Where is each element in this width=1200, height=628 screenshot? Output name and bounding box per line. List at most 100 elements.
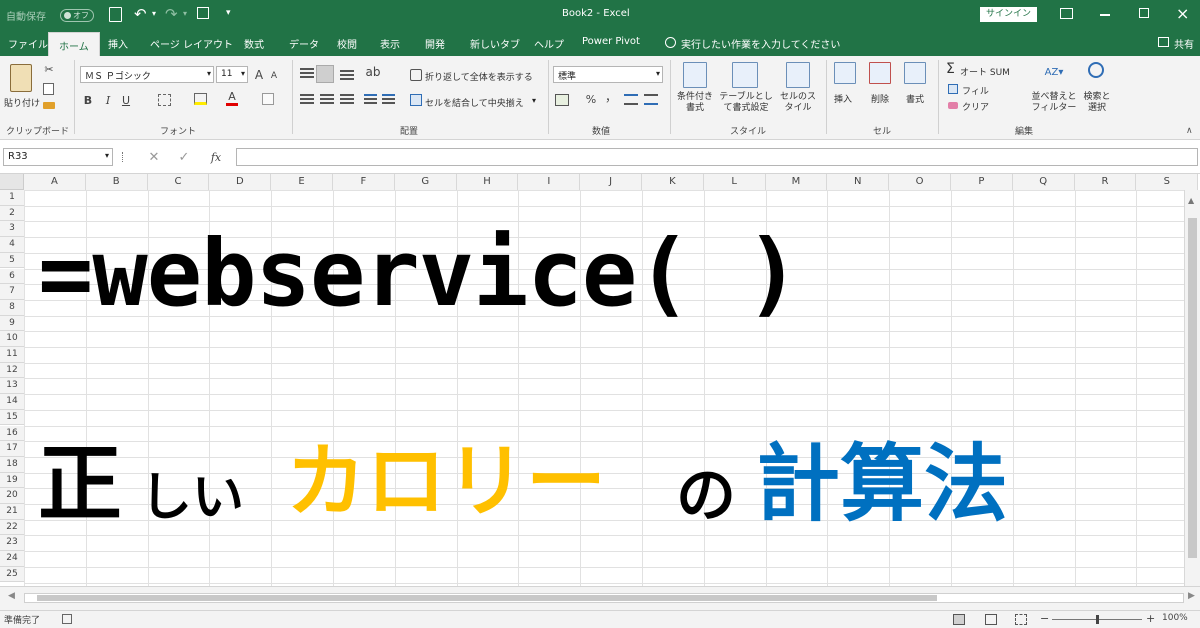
format-cells-icon[interactable] (904, 62, 926, 84)
autosave-toggle[interactable]: オフ (60, 9, 94, 22)
column-header[interactable]: C (147, 174, 210, 190)
merge-center-button[interactable]: セルを結合して中央揃え (425, 96, 524, 109)
row-header[interactable]: 16 (0, 425, 24, 442)
ribbon-options-icon[interactable] (1060, 8, 1073, 19)
align-middle-icon[interactable] (316, 65, 334, 83)
column-header[interactable]: O (889, 174, 951, 190)
cancel-icon[interactable]: ✕ (147, 149, 161, 165)
insert-cells-button[interactable]: 挿入 (834, 92, 852, 105)
clear-button[interactable]: クリア (962, 100, 989, 113)
insert-function-icon[interactable]: fx (208, 149, 224, 165)
horizontal-scrollbar[interactable] (24, 593, 1184, 603)
column-header[interactable]: M (765, 174, 828, 190)
select-all-corner[interactable] (0, 174, 24, 190)
page-layout-view-icon[interactable] (985, 614, 997, 625)
tab-insert[interactable]: 挿入 (108, 36, 128, 51)
tab-developer[interactable]: 開発 (425, 36, 445, 51)
tab-page-layout[interactable]: ページ レイアウト (150, 36, 233, 51)
italic-button[interactable]: I (102, 92, 114, 108)
borders-icon[interactable] (158, 94, 171, 106)
column-header[interactable]: D (209, 174, 272, 190)
row-header[interactable]: 5 (0, 252, 24, 269)
bold-button[interactable]: B (82, 92, 94, 108)
redo-icon[interactable]: ↷ (165, 5, 178, 23)
column-header[interactable]: S (1136, 174, 1199, 190)
conditional-formatting-button[interactable]: 条件付き書式 (676, 92, 714, 114)
column-header[interactable]: R (1074, 174, 1137, 190)
column-header[interactable]: P (951, 174, 1013, 190)
vertical-scrollbar[interactable]: ▲ (1184, 190, 1200, 586)
find-select-button[interactable]: 検索と選択 (1082, 92, 1112, 114)
qat-more-icon[interactable]: ▾ (226, 8, 231, 18)
increase-decimal-icon[interactable] (624, 94, 638, 105)
column-header[interactable]: Q (1012, 174, 1075, 190)
row-header[interactable]: 22 (0, 519, 24, 536)
row-header[interactable]: 9 (0, 315, 24, 332)
row-header[interactable]: 10 (0, 331, 24, 347)
enter-icon[interactable]: ✓ (177, 149, 191, 165)
shrink-font-icon[interactable]: A (268, 68, 280, 83)
align-center-icon[interactable] (320, 94, 334, 96)
number-format-select[interactable]: 標準 ▾ (553, 66, 663, 83)
tab-home[interactable]: ホーム (48, 32, 100, 56)
row-header[interactable]: 15 (0, 409, 24, 426)
column-header[interactable]: A (24, 174, 86, 190)
zoom-level[interactable]: 100% (1162, 613, 1188, 623)
splitter-handle[interactable] (122, 152, 124, 162)
scroll-up-icon[interactable]: ▲ (1188, 196, 1194, 205)
signin-button[interactable]: サインイン (980, 7, 1037, 22)
vertical-scroll-thumb[interactable] (1188, 218, 1197, 558)
zoom-slider-thumb[interactable] (1096, 615, 1099, 624)
row-header[interactable]: 18 (0, 456, 24, 473)
maximize-icon[interactable] (1139, 8, 1149, 18)
row-header[interactable]: 7 (0, 284, 24, 300)
align-top-icon[interactable] (300, 68, 314, 70)
row-header[interactable]: 4 (0, 237, 24, 253)
phonetic-icon[interactable] (262, 93, 274, 105)
column-header[interactable]: F (333, 174, 395, 190)
name-box[interactable]: R33 ▾ (3, 148, 113, 166)
align-bottom-icon[interactable] (340, 70, 354, 72)
insert-cells-icon[interactable] (834, 62, 856, 84)
row-header[interactable]: 6 (0, 268, 24, 285)
close-icon[interactable]: × (1176, 4, 1189, 23)
normal-view-icon[interactable] (953, 614, 965, 625)
column-header[interactable]: E (271, 174, 333, 190)
column-header[interactable]: K (642, 174, 704, 190)
formula-input[interactable] (236, 148, 1198, 166)
paste-icon[interactable] (10, 64, 32, 92)
conditional-formatting-icon[interactable] (683, 62, 707, 88)
tab-data[interactable]: データ (289, 36, 319, 51)
column-header[interactable]: J (580, 174, 642, 190)
row-header[interactable]: 19 (0, 472, 24, 489)
undo-icon[interactable]: ↶ (134, 5, 147, 23)
align-right-icon[interactable] (340, 94, 354, 96)
fill-button[interactable]: フィル (962, 84, 989, 97)
increase-indent-icon[interactable] (382, 94, 395, 96)
horizontal-scroll-thumb[interactable] (37, 595, 937, 601)
minimize-icon[interactable] (1100, 14, 1110, 16)
row-header[interactable]: 23 (0, 535, 24, 552)
collapse-ribbon-icon[interactable]: ∧ (1186, 126, 1193, 136)
currency-icon[interactable] (555, 94, 569, 106)
macro-record-icon[interactable] (62, 614, 72, 624)
zoom-in-icon[interactable]: + (1146, 612, 1155, 625)
row-header[interactable]: 13 (0, 378, 24, 395)
save-icon[interactable] (109, 7, 122, 22)
tab-power-pivot[interactable]: Power Pivot (582, 36, 640, 47)
orientation-icon[interactable]: ab (364, 64, 382, 80)
autosum-button[interactable]: オート SUM (960, 65, 1010, 78)
fill-color-icon[interactable] (194, 93, 207, 105)
column-header[interactable]: B (85, 174, 148, 190)
comma-button[interactable]: ， (605, 88, 617, 104)
scroll-left-icon[interactable]: ◀ (8, 591, 15, 601)
undo-dropdown-icon[interactable]: ▾ (152, 9, 156, 18)
font-size-select[interactable]: 11 ▾ (216, 66, 248, 83)
row-header[interactable]: 11 (0, 347, 24, 363)
row-header[interactable]: 17 (0, 441, 24, 457)
column-header[interactable]: L (703, 174, 766, 190)
cell-styles-button[interactable]: セルのスタイル (777, 92, 819, 114)
delete-cells-icon[interactable] (869, 62, 891, 84)
zoom-out-icon[interactable]: − (1040, 612, 1049, 625)
format-painter-icon[interactable] (43, 102, 55, 109)
